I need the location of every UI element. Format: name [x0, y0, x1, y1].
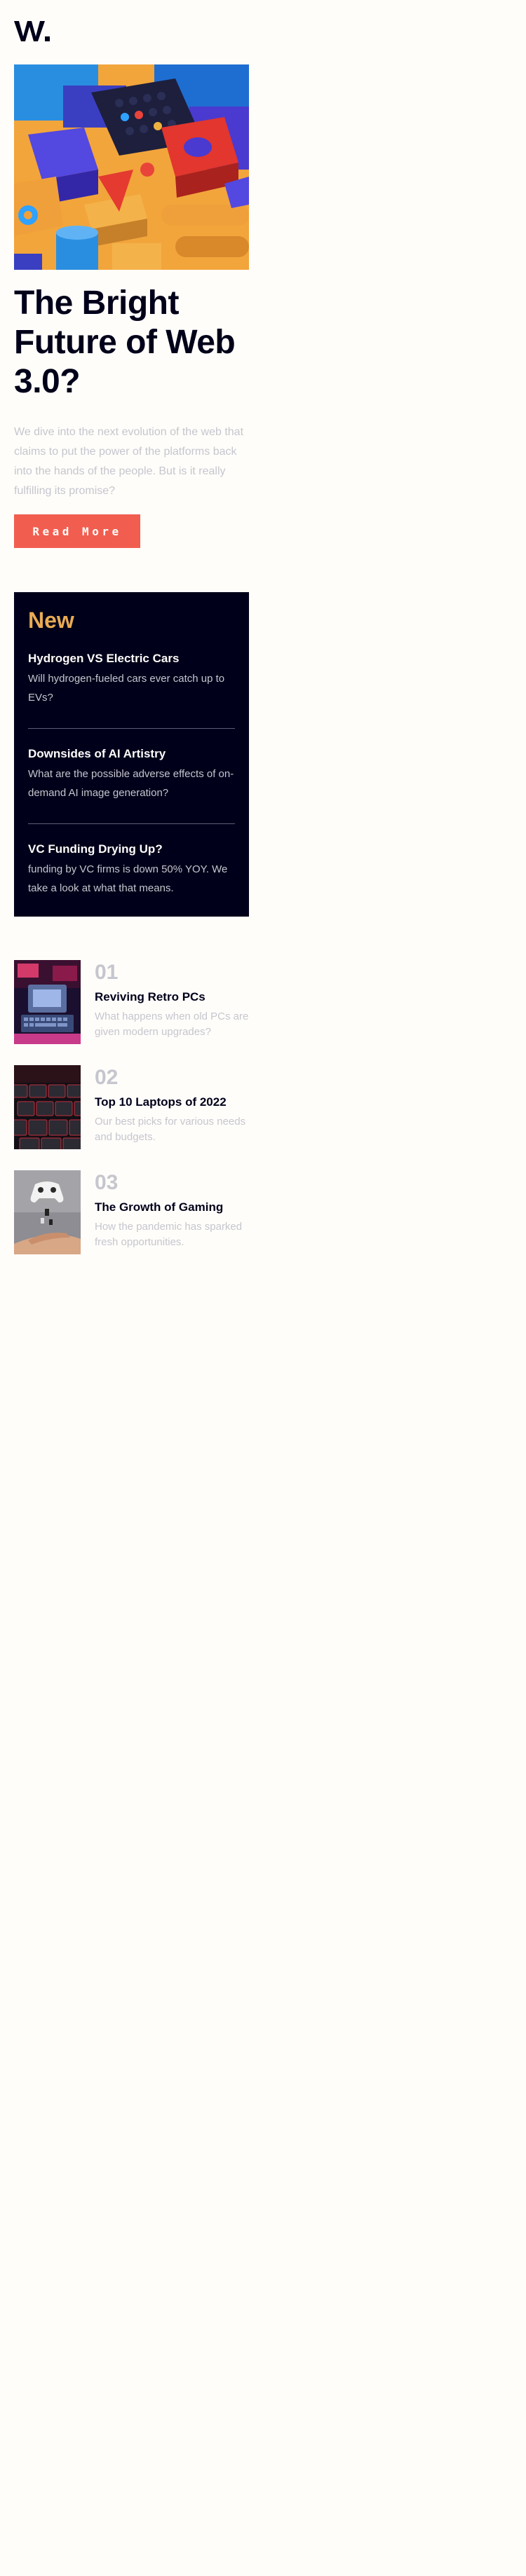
hero-title: The Bright Future of Web 3.0?: [14, 285, 236, 400]
new-heading: New: [28, 608, 74, 633]
article-item-retro-pcs: 01 Reviving Retro PCs What happens when …: [14, 960, 249, 1044]
article-number: 01: [95, 961, 119, 984]
divider: [28, 728, 235, 729]
divider: [28, 823, 235, 824]
hero-image: [14, 64, 249, 270]
news-item-desc: What are the possible adverse effects of…: [28, 768, 234, 799]
article-title[interactable]: The Growth of Gaming: [95, 1200, 249, 1215]
article-desc: What happens when old PCs are given mode…: [95, 1010, 249, 1038]
article-item-laptops: 02 Top 10 Laptops of 2022 Our best picks…: [14, 1065, 249, 1149]
article-item-gaming: 03 The Growth of Gaming How the pandemic…: [14, 1170, 249, 1254]
retro-pc-image: [14, 960, 81, 1044]
news-item-title[interactable]: Hydrogen VS Electric Cars: [28, 651, 235, 666]
laptop-keyboard-image: [14, 1065, 81, 1149]
news-item-vc-funding[interactable]: VC Funding Drying Up? funding by VC firm…: [28, 842, 235, 898]
new-panel: New Hydrogen VS Electric Cars Will hydro…: [14, 592, 249, 917]
logo[interactable]: [14, 20, 50, 42]
news-item-title[interactable]: VC Funding Drying Up?: [28, 842, 235, 857]
article-number: 03: [95, 1171, 119, 1194]
page: The Bright Future of Web 3.0? We dive in…: [0, 0, 526, 2576]
article-desc: How the pandemic has sparked fresh oppor…: [95, 1221, 243, 1248]
article-number: 02: [95, 1066, 119, 1089]
news-item-desc: Will hydrogen-fueled cars ever catch up …: [28, 673, 225, 704]
article-title[interactable]: Reviving Retro PCs: [95, 989, 249, 1005]
news-item-desc: funding by VC firms is down 50% YOY. We …: [28, 863, 228, 894]
article-desc: Our best picks for various needs and bud…: [95, 1116, 246, 1143]
read-more-button[interactable]: Read More: [14, 514, 140, 548]
news-item-title[interactable]: Downsides of AI Artistry: [28, 746, 235, 762]
article-title[interactable]: Top 10 Laptops of 2022: [95, 1095, 249, 1110]
hero-description: We dive into the next evolution of the w…: [14, 426, 244, 497]
gaming-controller-image: [14, 1170, 81, 1254]
news-item-ai-artistry[interactable]: Downsides of AI Artistry What are the po…: [28, 746, 235, 802]
news-item-hydrogen[interactable]: Hydrogen VS Electric Cars Will hydrogen-…: [28, 651, 235, 707]
